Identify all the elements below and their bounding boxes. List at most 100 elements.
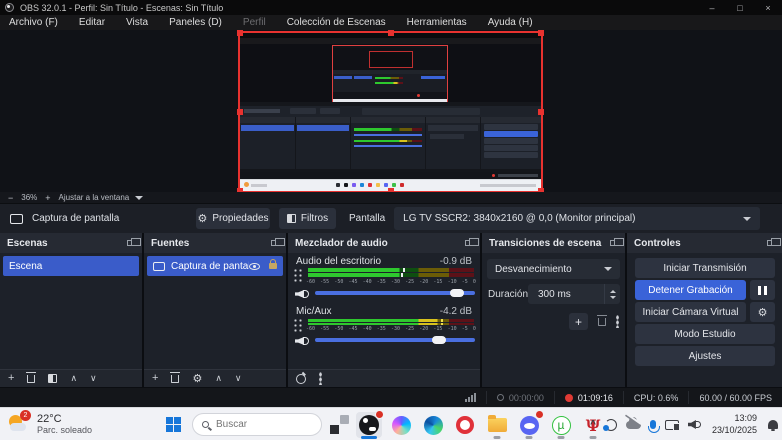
pause-recording-button[interactable] [750, 280, 775, 300]
sync-icon[interactable] [602, 418, 617, 431]
popout-icon[interactable] [465, 238, 479, 246]
add-scene-button[interactable]: + [8, 373, 14, 384]
zoom-out-button[interactable]: − [8, 193, 13, 203]
visibility-eye-icon[interactable] [249, 262, 260, 270]
virtual-camera-config-button[interactable]: ⚙ [750, 302, 775, 322]
move-source-down-button[interactable]: ∨ [235, 374, 242, 384]
taskbar-copilot-icon[interactable] [388, 412, 414, 438]
display-select[interactable]: LG TV SSCR2: 3840x2160 @ 0,0 (Monitor pr… [394, 207, 761, 230]
hidden-icons-chevron[interactable]: ^ [590, 419, 596, 430]
preview-canvas[interactable] [0, 30, 782, 192]
remove-source-button[interactable] [170, 371, 181, 383]
properties-button[interactable]: ⚙ Propiedades [196, 208, 270, 229]
scene-item-escena[interactable]: Escena [3, 256, 139, 276]
cast-device-icon[interactable] [664, 419, 680, 431]
menu-editar[interactable]: Editar [79, 17, 105, 28]
start-button[interactable] [166, 417, 181, 432]
popout-icon[interactable] [610, 238, 624, 246]
menu-herramientas[interactable]: Herramientas [407, 17, 467, 28]
remove-transition-button[interactable] [597, 314, 607, 326]
mic-speaker-icon[interactable] [295, 335, 309, 347]
slider-thumb[interactable] [432, 336, 447, 344]
duration-spinbox[interactable]: 300 ms [528, 284, 620, 304]
zoom-in-button[interactable]: + [45, 193, 50, 203]
filters-icon [286, 214, 296, 223]
controls-header: Controles [627, 233, 782, 253]
move-scene-down-button[interactable]: ∨ [90, 374, 97, 384]
channel-db-value: -0.9 dB [439, 256, 472, 267]
source-item-captura[interactable]: Captura de pantalla [147, 256, 283, 276]
mini-block [480, 184, 536, 187]
notification-bell-icon[interactable] [768, 420, 778, 431]
popout-icon[interactable] [127, 238, 141, 246]
onedrive-cloud-icon[interactable] [625, 416, 641, 429]
speaker-icon[interactable] [295, 288, 309, 300]
remove-scene-button[interactable] [26, 371, 37, 383]
menu-coleccion-escenas[interactable]: Colección de Escenas [287, 17, 386, 28]
maximize-button[interactable]: □ [726, 0, 754, 15]
spin-down-icon[interactable] [609, 295, 616, 299]
taskbar-obs-icon[interactable] [356, 410, 384, 439]
weather-widget[interactable]: 2 22°C Parc. soleado [7, 410, 92, 436]
window-title: OBS 32.0.1 - Perfil: Sin Título - Escena… [20, 2, 224, 13]
popout-icon[interactable] [271, 238, 285, 246]
resize-handle[interactable] [538, 109, 544, 115]
start-virtual-camera-button[interactable]: Iniciar Cámara Virtual [635, 302, 746, 322]
transition-props-icon[interactable] [616, 315, 619, 328]
resize-handle[interactable] [387, 30, 394, 36]
menu-perfil[interactable]: Perfil [243, 17, 266, 28]
add-transition-button[interactable]: + [569, 313, 588, 330]
menu-ayuda[interactable]: Ayuda (H) [488, 17, 533, 28]
search-input[interactable] [216, 419, 306, 430]
taskbar-opera-icon[interactable] [452, 412, 478, 438]
transition-select[interactable]: Desvanecimiento [487, 259, 620, 279]
resize-handle[interactable] [237, 30, 243, 36]
close-button[interactable]: × [754, 0, 782, 15]
volume-slider[interactable] [315, 336, 475, 344]
menu-archivo[interactable]: Archivo (F) [9, 17, 58, 28]
filters-button[interactable]: Filtros [279, 208, 336, 229]
task-view-button[interactable] [326, 412, 352, 438]
menu-vista[interactable]: Vista [126, 17, 148, 28]
menu-paneles[interactable]: Paneles (D) [169, 17, 222, 28]
microphone-icon[interactable] [647, 420, 660, 433]
scenes-header: Escenas [0, 233, 142, 253]
preview-source-capture[interactable] [237, 30, 544, 192]
fit-to-window-dropdown[interactable]: Ajustar a la ventana [59, 193, 144, 202]
source-properties-button[interactable]: ⚙ [192, 373, 202, 384]
taskbar-discord-icon[interactable] [516, 410, 544, 439]
lock-icon[interactable] [269, 259, 277, 269]
drag-handle-icon[interactable] [293, 318, 303, 332]
advanced-audio-icon[interactable] [296, 373, 306, 384]
chevron-down-icon [135, 195, 144, 200]
taskbar-explorer-icon[interactable] [484, 412, 510, 439]
stop-recording-button[interactable]: Detener Grabación [635, 280, 746, 300]
volume-slider[interactable] [315, 289, 475, 297]
slider-thumb[interactable] [449, 289, 464, 297]
minimize-button[interactable]: – [698, 0, 726, 15]
mini-button [484, 124, 538, 130]
taskbar-utorrent-icon[interactable]: µ [548, 412, 574, 439]
spinner-arrows[interactable] [604, 284, 620, 304]
clock[interactable]: 13:09 23/10/2025 [712, 413, 757, 436]
studio-mode-button[interactable]: Modo Estudio [635, 324, 775, 344]
record-time-value: 01:09:16 [577, 392, 613, 403]
add-source-button[interactable]: + [152, 373, 158, 384]
resize-handle[interactable] [237, 109, 243, 115]
mini-block [352, 183, 356, 187]
popout-icon[interactable] [767, 238, 781, 246]
settings-button[interactable]: Ajustes [635, 346, 775, 366]
move-scene-up-button[interactable]: ∧ [70, 374, 77, 384]
meter-bar [308, 322, 474, 325]
start-streaming-button[interactable]: Iniciar Transmisión [635, 258, 775, 278]
move-source-up-button[interactable]: ∧ [215, 374, 222, 384]
spin-up-icon[interactable] [609, 289, 616, 293]
volume-icon[interactable] [687, 419, 703, 430]
scene-filters-button[interactable] [48, 374, 58, 383]
drag-handle-icon[interactable] [293, 268, 303, 284]
search-box[interactable] [192, 413, 322, 436]
taskbar-edge-icon[interactable] [420, 412, 446, 438]
scenes-toolbar: + ∧ ∨ [0, 369, 142, 387]
more-options-icon[interactable] [319, 372, 322, 385]
resize-handle[interactable] [538, 30, 544, 36]
